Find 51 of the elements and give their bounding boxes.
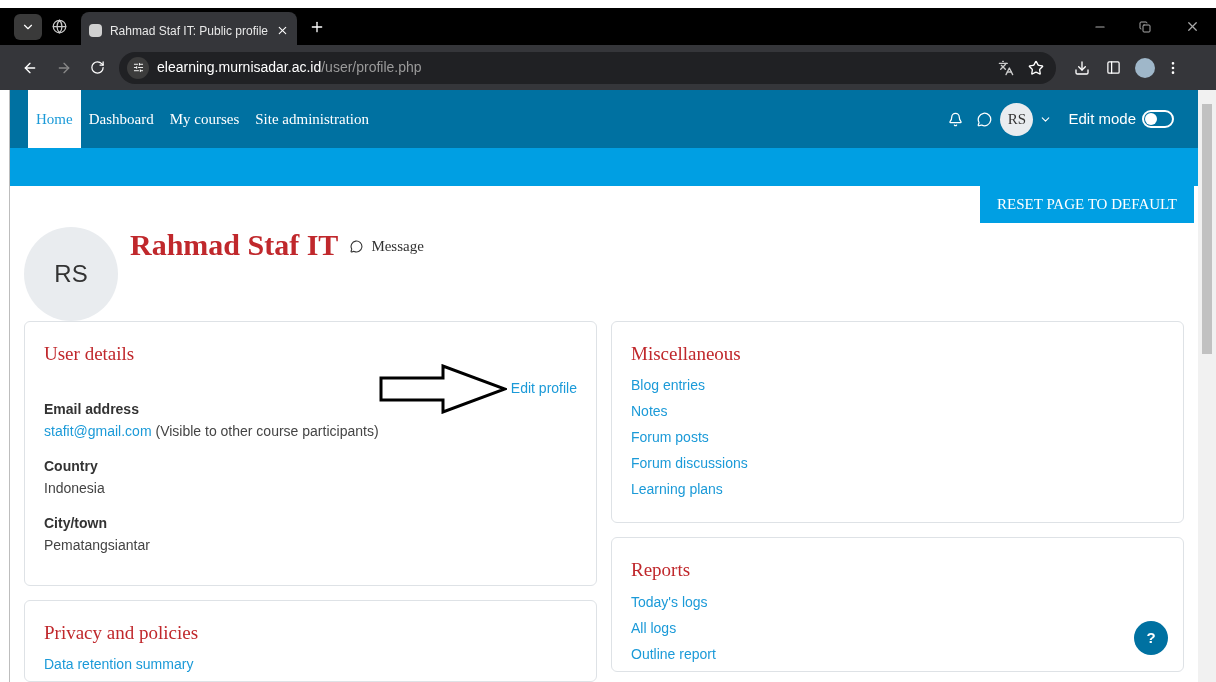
notification-bell-icon[interactable] <box>948 111 964 127</box>
star-icon[interactable] <box>1028 59 1044 76</box>
profile-link[interactable]: Forum discussions <box>631 450 748 476</box>
tab-search-button[interactable] <box>14 13 42 40</box>
close-window-icon[interactable] <box>1185 19 1200 34</box>
address-field[interactable]: elearning.murnisadar.ac.id/user/profile.php <box>119 51 1056 84</box>
messages-icon[interactable] <box>977 111 993 127</box>
download-icon[interactable] <box>1074 59 1090 76</box>
reset-page-button[interactable]: RESET PAGE TO DEFAULT <box>980 185 1194 223</box>
card-title: Miscellaneous <box>631 341 742 366</box>
profile-link[interactable]: Forum posts <box>631 424 709 450</box>
profile-link[interactable]: Today's logs <box>631 588 708 615</box>
edit-mode-toggle[interactable] <box>1142 110 1174 128</box>
field-label: City/town <box>44 514 108 533</box>
profile-link[interactable]: Blog entries <box>631 372 705 398</box>
message-link[interactable]: Message <box>371 234 424 257</box>
field-label: Email address <box>44 400 140 419</box>
profile-link[interactable]: Data retention summary <box>44 651 194 677</box>
profile-avatar: RS <box>24 226 118 321</box>
edit-mode-label: Edit mode <box>1068 108 1136 129</box>
user-avatar[interactable]: RS <box>1000 102 1034 136</box>
translate-icon[interactable] <box>998 59 1014 76</box>
nav-tab[interactable]: Site administration <box>247 90 377 148</box>
card-title: Reports <box>631 558 692 582</box>
card-title: Privacy and policies <box>44 620 200 645</box>
site-favicon-icon <box>89 24 102 37</box>
field-value: Indonesia <box>44 479 106 498</box>
globe-icon <box>52 19 67 34</box>
nav-tab[interactable]: My courses <box>161 90 248 148</box>
close-icon[interactable] <box>276 24 289 37</box>
nav-tab[interactable]: Dashboard <box>80 90 162 148</box>
side-panel-icon[interactable] <box>1106 60 1121 75</box>
profile-link[interactable]: All logs <box>631 614 677 641</box>
profile-link[interactable]: Learning plans <box>631 476 723 502</box>
profile-link[interactable]: Outline report <box>631 640 716 667</box>
profile-name: Rahmad Staf IT <box>130 226 339 263</box>
message-icon <box>350 239 364 253</box>
site-settings-icon[interactable] <box>127 56 149 79</box>
field-label: Country <box>44 457 99 476</box>
edit-profile-link[interactable]: Edit profile <box>510 378 577 399</box>
profile-avatar-icon[interactable] <box>1135 57 1155 78</box>
nav-tab[interactable]: Home <box>28 90 81 148</box>
tab-title: Rahmad Staf IT: Public profile <box>109 22 269 40</box>
card-title: User details <box>44 341 136 366</box>
reload-icon[interactable] <box>90 60 105 75</box>
email-link[interactable]: stafit@gmail.com <box>44 423 152 439</box>
visibility-note: (Visible to other course participants) <box>155 423 379 439</box>
profile-link[interactable]: Notes <box>631 398 668 424</box>
field-value: Pematangsiantar <box>44 536 151 555</box>
restore-icon[interactable] <box>1139 20 1151 33</box>
url-text: elearning.murnisadar.ac.id/user/profile.php <box>157 58 422 77</box>
